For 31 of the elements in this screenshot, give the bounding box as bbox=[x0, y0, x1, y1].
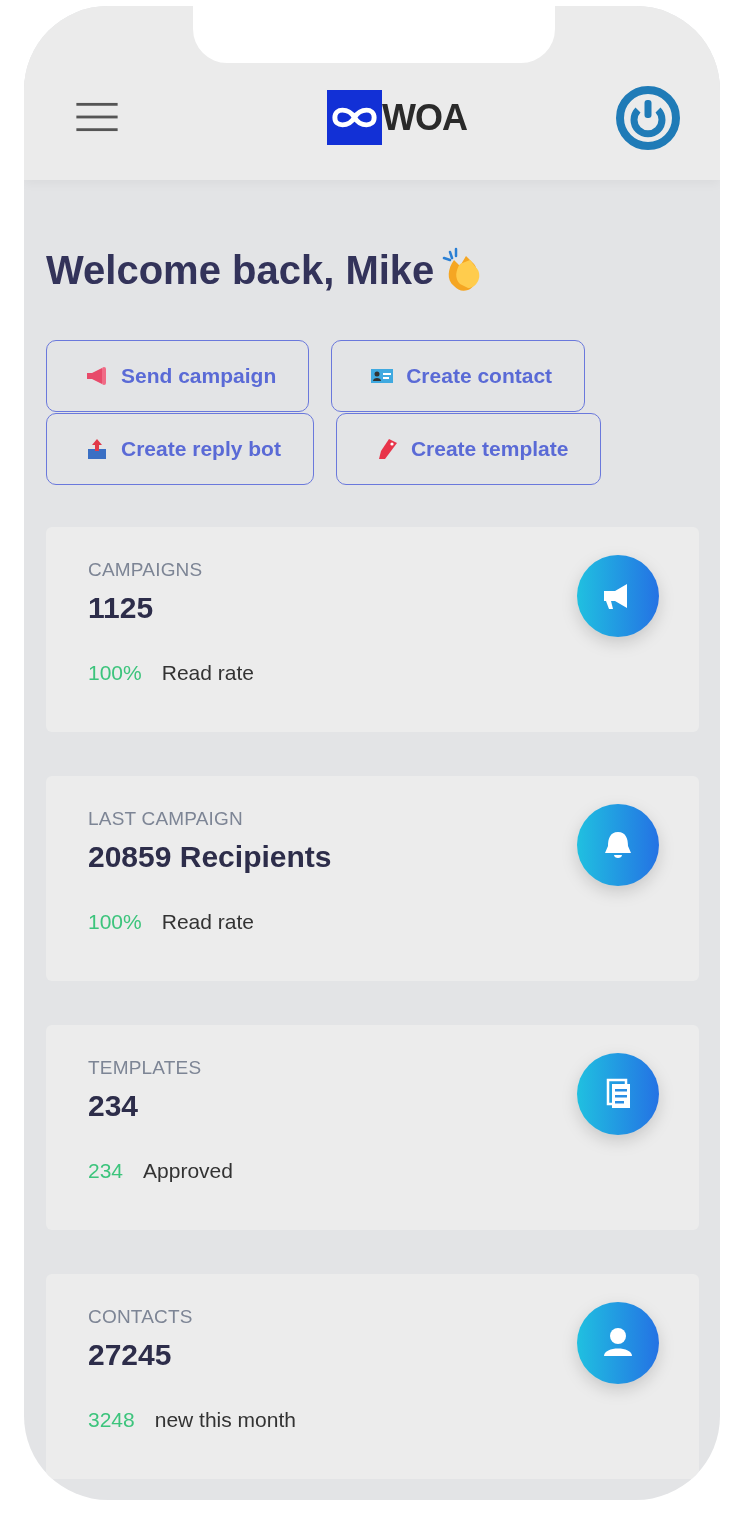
welcome-heading: Welcome back, Mike bbox=[46, 247, 435, 293]
stat-label: TEMPLATES bbox=[88, 1057, 203, 1079]
stat-value: 234 bbox=[88, 1089, 140, 1123]
menu-icon[interactable] bbox=[76, 102, 118, 132]
quick-action-button[interactable]: Create reply bot bbox=[46, 413, 314, 485]
person-icon bbox=[577, 1302, 659, 1384]
infinity-logo-icon bbox=[327, 90, 382, 145]
stat-value: 20859 Recipients bbox=[88, 840, 332, 874]
stat-value: 27245 bbox=[88, 1338, 173, 1372]
stat-highlight: 234 bbox=[88, 1159, 124, 1183]
quick-action-button[interactable]: Create template bbox=[335, 413, 602, 485]
power-icon[interactable] bbox=[616, 86, 680, 150]
megaphone-icon bbox=[85, 364, 109, 388]
stat-value: 1125 bbox=[88, 591, 155, 625]
brand-name: WOA bbox=[382, 96, 467, 139]
stat-label: CONTACTS bbox=[88, 1306, 194, 1328]
stat-highlight: 100% bbox=[88, 661, 142, 685]
stat-label: LAST CAMPAIGN bbox=[88, 808, 244, 830]
stat-note: Read rate bbox=[161, 910, 254, 934]
quick-action-button[interactable]: Create contact bbox=[331, 340, 586, 412]
stat-label: CAMPAIGNS bbox=[88, 559, 204, 581]
stat-note: new this month bbox=[154, 1408, 296, 1432]
stat-highlight: 3248 bbox=[88, 1408, 135, 1432]
document-icon bbox=[577, 1053, 659, 1135]
bell-icon bbox=[577, 804, 659, 886]
quick-action-button[interactable]: Send campaign bbox=[46, 340, 310, 412]
outbox-tray-icon bbox=[85, 437, 109, 461]
stat-highlight: 100% bbox=[88, 910, 142, 934]
stat-note: Approved bbox=[143, 1159, 233, 1183]
stat-note: Read rate bbox=[161, 661, 254, 685]
megaphone-icon bbox=[577, 555, 659, 637]
